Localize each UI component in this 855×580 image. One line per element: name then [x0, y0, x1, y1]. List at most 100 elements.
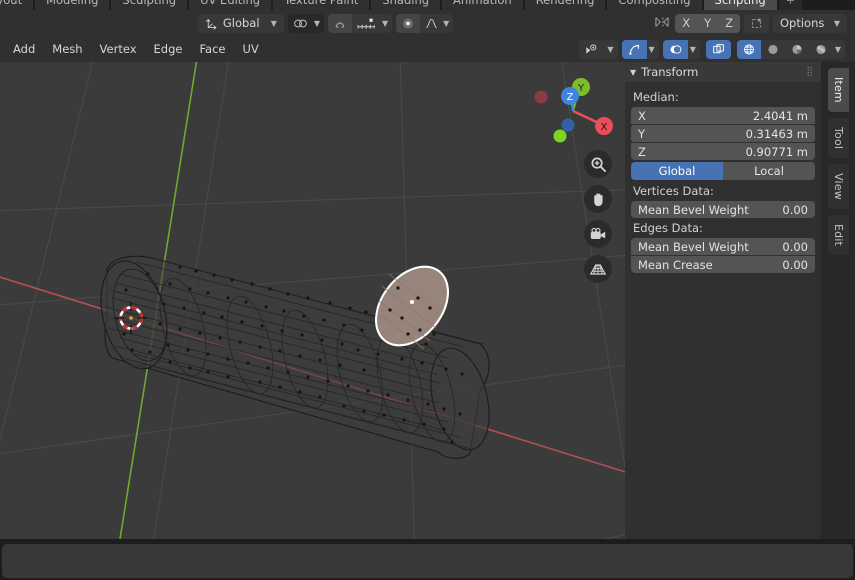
magnet-icon	[335, 22, 345, 28]
face-center-dot	[410, 300, 414, 304]
median-z-value: 0.90771 m	[745, 144, 808, 159]
uv-mirror-icon	[751, 18, 762, 28]
vertices-mean-bevel-weight-value: 0.00	[782, 202, 808, 217]
proportional-editing-icon	[403, 18, 414, 28]
mirror-axis-z[interactable]: Z	[718, 13, 740, 33]
overlay-circles-icon	[670, 44, 681, 54]
smooth-falloff-icon	[426, 18, 438, 28]
wireframe-shading-icon[interactable]	[736, 39, 761, 59]
edges-mean-crease-field[interactable]: Mean Crease 0.00	[631, 256, 815, 273]
median-x-label: X	[638, 108, 646, 123]
snap-increment-icon[interactable]: ▼	[352, 13, 393, 33]
blender-window: LayoutModelingSculptingUV EditingTexture…	[0, 0, 855, 580]
toggle-xray-button[interactable]	[705, 39, 731, 59]
snap-options-dropdown[interactable]: ▼	[313, 14, 324, 33]
chevron-down-icon: ▼	[833, 18, 840, 28]
solid-sphere-icon	[768, 44, 778, 54]
edges-data-fields: Mean Bevel Weight 0.00 Mean Crease 0.00	[631, 238, 815, 273]
transform-panel-body: Median: X 2.4041 m Y 0.31463 m Z 0.90771 m Gl…	[625, 82, 821, 273]
navigation-gizmo[interactable]: Y Z X	[530, 68, 616, 154]
sidebar-tab-item[interactable]: Item	[828, 68, 849, 112]
median-x-field[interactable]: X 2.4041 m	[631, 107, 815, 124]
transform-space-toggle: Global Local	[631, 162, 815, 180]
gizmo-axis-x-label: X	[601, 122, 608, 133]
vertices-data-label: Vertices Data:	[633, 184, 714, 198]
vertices-mean-bevel-weight-field[interactable]: Mean Bevel Weight 0.00	[631, 201, 815, 218]
transform-panel-title: Transform	[641, 65, 699, 79]
properties-sidebar: ▼ Transform ⣿ Median: X 2.4041 m Y 0.31463 …	[625, 62, 821, 539]
space-toggle-local[interactable]: Local	[723, 162, 815, 180]
gizmo-axis-neg-y[interactable]	[553, 129, 567, 143]
viewport-menu-face[interactable]: Face	[191, 39, 233, 59]
viewport-menu-uv[interactable]: UV	[234, 39, 266, 59]
transform-orientation-dropdown[interactable]: Global ▼	[197, 13, 284, 33]
proportional-editing-toggle[interactable]	[396, 13, 421, 33]
transform-panel-header[interactable]: ▼ Transform ⣿	[625, 62, 821, 82]
snap-toggle-icon[interactable]	[288, 14, 313, 33]
camera-icon	[590, 227, 606, 239]
panel-drag-grip-icon[interactable]: ⣿	[806, 67, 814, 77]
chevron-down-icon: ▼	[313, 18, 321, 28]
median-y-field[interactable]: Y 0.31463 m	[631, 125, 815, 142]
mirror-glyph-icon	[655, 16, 669, 27]
chevron-down-icon: ▼	[382, 18, 389, 28]
viewport-menu-add[interactable]: Add	[5, 39, 43, 59]
sidebar-tab-view[interactable]: View	[828, 164, 849, 209]
material-preview-shading-icon[interactable]	[784, 39, 809, 59]
eye-cone-icon	[586, 43, 597, 54]
viewport-menu-mesh[interactable]: Mesh	[44, 39, 90, 59]
gizmo-icon[interactable]	[621, 39, 647, 59]
viewport-menu-vertex[interactable]: Vertex	[92, 39, 145, 59]
median-y-value: 0.31463 m	[745, 126, 808, 141]
gizmo-axis-z-label: Z	[567, 92, 574, 103]
median-z-field[interactable]: Z 0.90771 m	[631, 143, 815, 160]
camera-view-tool-icon[interactable]	[584, 220, 612, 248]
chevron-down-icon: ▼	[648, 44, 655, 54]
mirror-axis-x[interactable]: X	[675, 13, 698, 33]
overlays-dropdown[interactable]: ▼	[687, 39, 700, 59]
space-toggle-global[interactable]: Global	[631, 162, 723, 180]
viewport-menu-edge[interactable]: Edge	[146, 39, 191, 59]
gizmo-axis-neg-z[interactable]	[561, 118, 575, 132]
chevron-down-icon: ▼	[443, 18, 450, 28]
median-label: Median:	[633, 90, 679, 104]
mirror-axis-group: XYZ	[675, 13, 740, 33]
panel-collapse-triangle-icon: ▼	[630, 67, 637, 77]
overlays-icon[interactable]	[662, 39, 688, 59]
gizmo-dropdown[interactable]: ▼	[646, 39, 659, 59]
sidebar-tab-edit[interactable]: Edit	[828, 214, 849, 256]
edges-mean-crease-label: Mean Crease	[638, 257, 713, 272]
edges-mean-bevel-weight-field[interactable]: Mean Bevel Weight 0.00	[631, 238, 815, 255]
edges-data-label: Edges Data:	[633, 221, 703, 235]
proportional-falloff-dropdown[interactable]: ▼	[420, 13, 454, 33]
mirror-icon	[653, 14, 671, 33]
bottom-editor-panel[interactable]	[2, 544, 853, 578]
pan-hand-tool-icon[interactable]	[584, 185, 612, 213]
shading-dropdown[interactable]: ▼	[832, 39, 845, 59]
gizmo-group: ▼	[621, 39, 659, 59]
shading-mode-group: ▼	[736, 39, 845, 59]
solid-shading-icon[interactable]	[760, 39, 785, 59]
snap-magnet-toggle[interactable]	[328, 13, 353, 33]
median-fields: X 2.4041 m Y 0.31463 m Z 0.90771 m	[631, 107, 815, 160]
edges-mean-bevel-weight-label: Mean Bevel Weight	[638, 239, 749, 254]
uv-mirror-toggle[interactable]	[744, 13, 769, 33]
snap-magnet-icon	[294, 19, 307, 27]
proportional-editing-group: ▼	[396, 13, 454, 33]
median-z-label: Z	[638, 144, 646, 159]
sidebar-tab-tool[interactable]: Tool	[828, 117, 849, 159]
toggle-perspective-ortho-tool-icon[interactable]	[584, 255, 612, 283]
gizmo-axis-neg-x[interactable]	[534, 90, 548, 104]
mirror-axis-y[interactable]: Y	[697, 13, 719, 33]
wireframe-globe-icon	[743, 44, 754, 54]
viewport-header-transform-row: Global ▼ ▼ ▼ ▼ X Y Z Options ▼	[0, 10, 855, 36]
object-visibility-icon[interactable]	[579, 39, 606, 59]
options-dropdown[interactable]: Options ▼	[773, 13, 847, 33]
zoom-tool-icon[interactable]	[584, 150, 612, 178]
rendered-shading-icon[interactable]	[808, 39, 833, 59]
chevron-down-icon: ▼	[834, 44, 841, 54]
visibility-dropdown[interactable]: ▼	[605, 39, 618, 59]
vertices-data-fields: Mean Bevel Weight 0.00	[631, 201, 815, 218]
options-label: Options	[780, 16, 825, 30]
median-x-value: 2.4041 m	[752, 108, 808, 123]
